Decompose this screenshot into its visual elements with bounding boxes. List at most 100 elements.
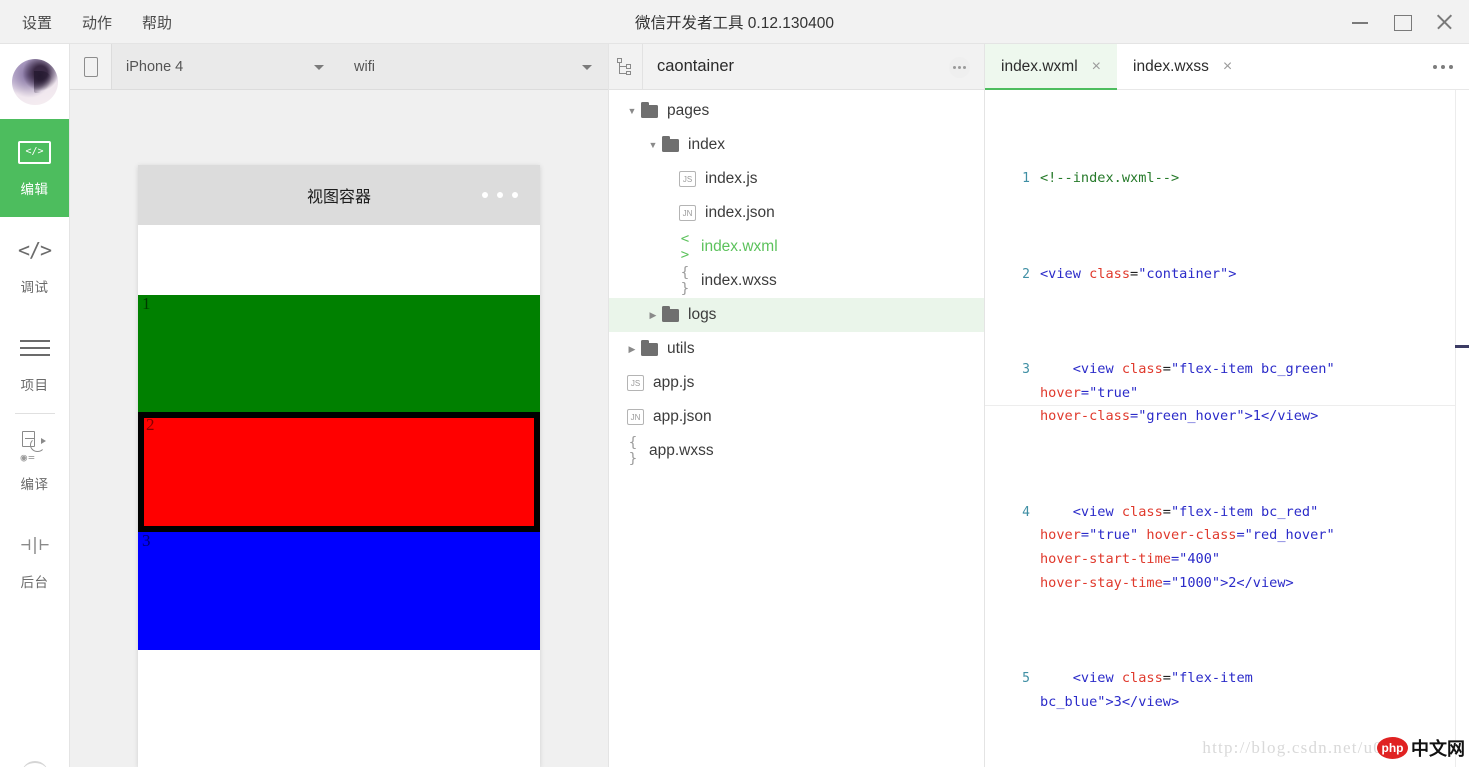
code-value: "container": [1138, 266, 1228, 282]
code-box-icon: </>: [18, 138, 51, 166]
tab-index-wxss[interactable]: index.wxss ×: [1117, 44, 1248, 89]
tree-row-index-wxml[interactable]: < > index.wxml: [609, 230, 984, 264]
line-number: 4: [985, 501, 1040, 525]
folder-icon: [641, 343, 658, 356]
tree-row-label: index.js: [705, 170, 758, 188]
angle-brackets-icon: </>: [18, 236, 51, 264]
tree-row-app-js[interactable]: JS app.js: [609, 366, 984, 400]
code-area[interactable]: 1 <!--index.wxml--> 2 <view class="conta…: [985, 90, 1469, 767]
close-icon[interactable]: ×: [1092, 59, 1101, 75]
code-line-1: 1 <!--index.wxml-->: [985, 167, 1469, 191]
minimize-icon[interactable]: [1349, 11, 1371, 33]
network-select[interactable]: wifi: [340, 44, 608, 89]
chevron-right-icon[interactable]: ▶: [625, 344, 639, 355]
sidebar-item-project[interactable]: 项目: [0, 315, 69, 413]
close-icon[interactable]: [1433, 11, 1455, 33]
more-dots-icon[interactable]: [1433, 65, 1453, 69]
tree-row-logs[interactable]: ▶ logs: [609, 298, 984, 332]
wxss-file-icon: { }: [675, 265, 695, 297]
rail-bottom-partial[interactable]: [0, 733, 69, 767]
sidebar-item-debug[interactable]: </> 调试: [0, 217, 69, 315]
tree-row-label: app.json: [653, 408, 712, 426]
tree-row-label: utils: [667, 340, 695, 358]
tree-row-app-wxss[interactable]: { } app.wxss: [609, 434, 984, 468]
tree-row-index-wxss[interactable]: { } index.wxss: [609, 264, 984, 298]
sidebar-item-edit[interactable]: </> 编辑: [0, 119, 69, 217]
flex-item-label: 1: [142, 295, 151, 313]
flex-item-label: 3: [142, 532, 151, 550]
phone-outline-icon[interactable]: [70, 44, 112, 89]
avatar-container[interactable]: [0, 44, 69, 119]
tree-row-utils[interactable]: ▶ utils: [609, 332, 984, 366]
three-dots-icon[interactable]: [482, 192, 518, 198]
close-icon[interactable]: ×: [1223, 59, 1232, 75]
file-tree-header: caontainer: [609, 44, 984, 90]
flex-item-green[interactable]: 1: [138, 295, 540, 412]
chevron-down-icon[interactable]: ▼: [646, 140, 660, 150]
tree-row-index[interactable]: ▼ index: [609, 128, 984, 162]
json-file-icon: JN: [627, 409, 644, 425]
code-attr: hover-class: [1146, 527, 1236, 543]
code-line-2: 2 <view class="container">: [985, 263, 1469, 287]
code-attr: hover-class: [1040, 408, 1130, 424]
watermark-url: http://blog.csdn.net/u0: [1202, 738, 1383, 758]
tree-row-index-json[interactable]: JN index.json: [609, 196, 984, 230]
tree-row-label: logs: [688, 306, 716, 324]
sidebar-item-label: 编辑: [21, 178, 49, 198]
network-select-value: wifi: [354, 59, 375, 75]
line-number: 3: [985, 358, 1040, 382]
code-eq: =: [1163, 670, 1171, 686]
sidebar-item-label: 调试: [21, 276, 49, 296]
menu-bar: 设置 动作 帮助: [20, 0, 174, 44]
code-value: ="400": [1171, 551, 1220, 567]
title-bar: 设置 动作 帮助 微信开发者工具 0.12.130400: [0, 0, 1469, 44]
maximize-icon[interactable]: [1391, 11, 1413, 33]
watermark: http://blog.csdn.net/u0 php 中文网: [1202, 735, 1465, 761]
phone-header: 视图容器: [138, 165, 540, 225]
code-tag: <view: [1040, 504, 1122, 520]
background-icon: ⊣|⊢: [21, 531, 49, 559]
more-dots-icon[interactable]: [949, 57, 970, 78]
flex-item-blue[interactable]: 3: [138, 532, 540, 650]
code-attr: hover-start-time: [1040, 551, 1171, 567]
sidebar-item-compile[interactable]: ◉= 编译: [0, 414, 69, 512]
scrollbar-marker[interactable]: [1455, 345, 1469, 348]
code-tag: <view: [1040, 670, 1122, 686]
tree-row-app-json[interactable]: JN app.json: [609, 400, 984, 434]
folder-icon: [662, 139, 679, 152]
tab-index-wxml[interactable]: index.wxml ×: [985, 44, 1117, 89]
menu-item-settings[interactable]: 设置: [20, 10, 54, 35]
device-select[interactable]: iPhone 4: [112, 44, 340, 89]
editor-content[interactable]: 1 <!--index.wxml--> 2 <view class="conta…: [985, 90, 1469, 767]
tree-row-pages[interactable]: ▼ pages: [609, 94, 984, 128]
sidebar-item-background[interactable]: ⊣|⊢ 后台: [0, 512, 69, 610]
code-tag: <view: [1040, 361, 1122, 377]
project-name: caontainer: [643, 57, 734, 76]
editor-scrollbar[interactable]: [1455, 90, 1469, 767]
folder-icon: [641, 105, 658, 118]
wxss-file-icon: { }: [623, 435, 643, 467]
line-number: 1: [985, 167, 1040, 191]
code-attr: class: [1122, 504, 1163, 520]
sidebar-item-label: 项目: [21, 374, 49, 394]
flex-item-red[interactable]: 2: [138, 412, 540, 532]
tree-row-label: index: [688, 136, 725, 154]
chevron-down-icon[interactable]: ▼: [625, 106, 639, 116]
tab-label: index.wxss: [1133, 58, 1209, 76]
tree-row-index-js[interactable]: JS index.js: [609, 162, 984, 196]
chevron-right-icon[interactable]: ▶: [646, 310, 660, 321]
code-tag: >3</view>: [1105, 694, 1179, 710]
code-eq: =: [1163, 504, 1171, 520]
list-lines-icon: [20, 334, 50, 362]
file-tree-panel: caontainer ▼ pages ▼ index JS index.js J…: [609, 44, 985, 767]
menu-item-actions[interactable]: 动作: [80, 10, 114, 35]
code-attr: hover: [1040, 385, 1081, 401]
page-title: 视图容器: [307, 183, 371, 207]
code-value: "flex-item: [1171, 670, 1253, 686]
flex-item-label: 2: [146, 416, 155, 434]
chevron-down-icon: [582, 65, 592, 70]
phone-frame: 视图容器 1 2 3: [138, 165, 540, 767]
avatar[interactable]: [12, 59, 58, 105]
tab-label: index.wxml: [1001, 58, 1078, 76]
menu-item-help[interactable]: 帮助: [140, 10, 174, 35]
